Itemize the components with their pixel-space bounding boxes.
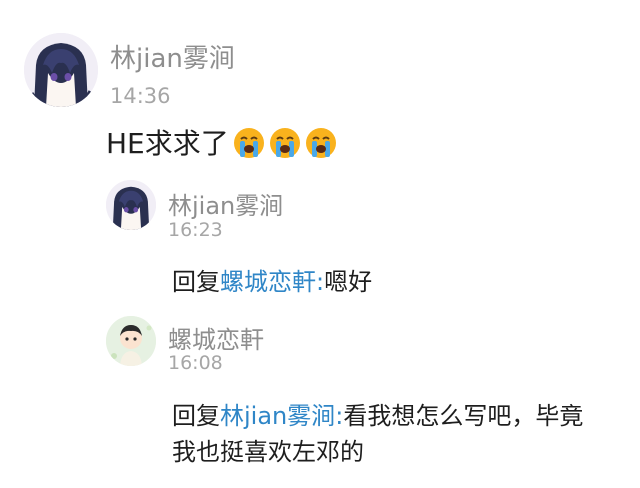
avatar[interactable] xyxy=(106,180,156,230)
avatar[interactable] xyxy=(106,316,156,366)
mention-link[interactable]: 林jian雾涧: xyxy=(220,402,343,430)
timestamp: 16:23 xyxy=(168,219,223,241)
timestamp: 16:08 xyxy=(168,352,223,374)
reply-line-1: 回复林jian雾涧:看我想怎么写吧，毕竟 xyxy=(172,398,583,434)
avatar-anime-girl-icon xyxy=(106,180,156,230)
loudly-crying-face-icon xyxy=(269,127,301,170)
avatar-anime-girl-icon xyxy=(24,33,98,107)
reply-line-2: 我也挺喜欢左邓的 xyxy=(172,438,364,466)
reply-prefix: 回复 xyxy=(172,268,220,296)
reply-text: 回复螺城恋軒:嗯好 xyxy=(172,264,372,300)
reply-prefix: 回复 xyxy=(172,402,220,430)
mention-link[interactable]: 螺城恋軒: xyxy=(220,268,324,296)
reply-body: 看我想怎么写吧，毕竟 xyxy=(343,402,584,430)
reply-body: 嗯好 xyxy=(324,268,373,296)
avatar-chibi-boy-icon xyxy=(106,316,156,366)
username[interactable]: 林jian雾涧 xyxy=(168,186,283,221)
loudly-crying-face-icon xyxy=(233,127,265,170)
avatar[interactable] xyxy=(24,33,98,107)
timestamp: 14:36 xyxy=(110,84,171,108)
loudly-crying-face-icon xyxy=(305,127,337,170)
username[interactable]: 林jian雾涧 xyxy=(110,38,235,75)
comment-body: HE求求了 xyxy=(106,127,229,160)
comment-text: HE求求了 xyxy=(106,124,337,170)
username[interactable]: 螺城恋軒 xyxy=(168,320,264,355)
reply-text: 回复林jian雾涧:看我想怎么写吧，毕竟 我也挺喜欢左邓的 xyxy=(172,398,583,470)
